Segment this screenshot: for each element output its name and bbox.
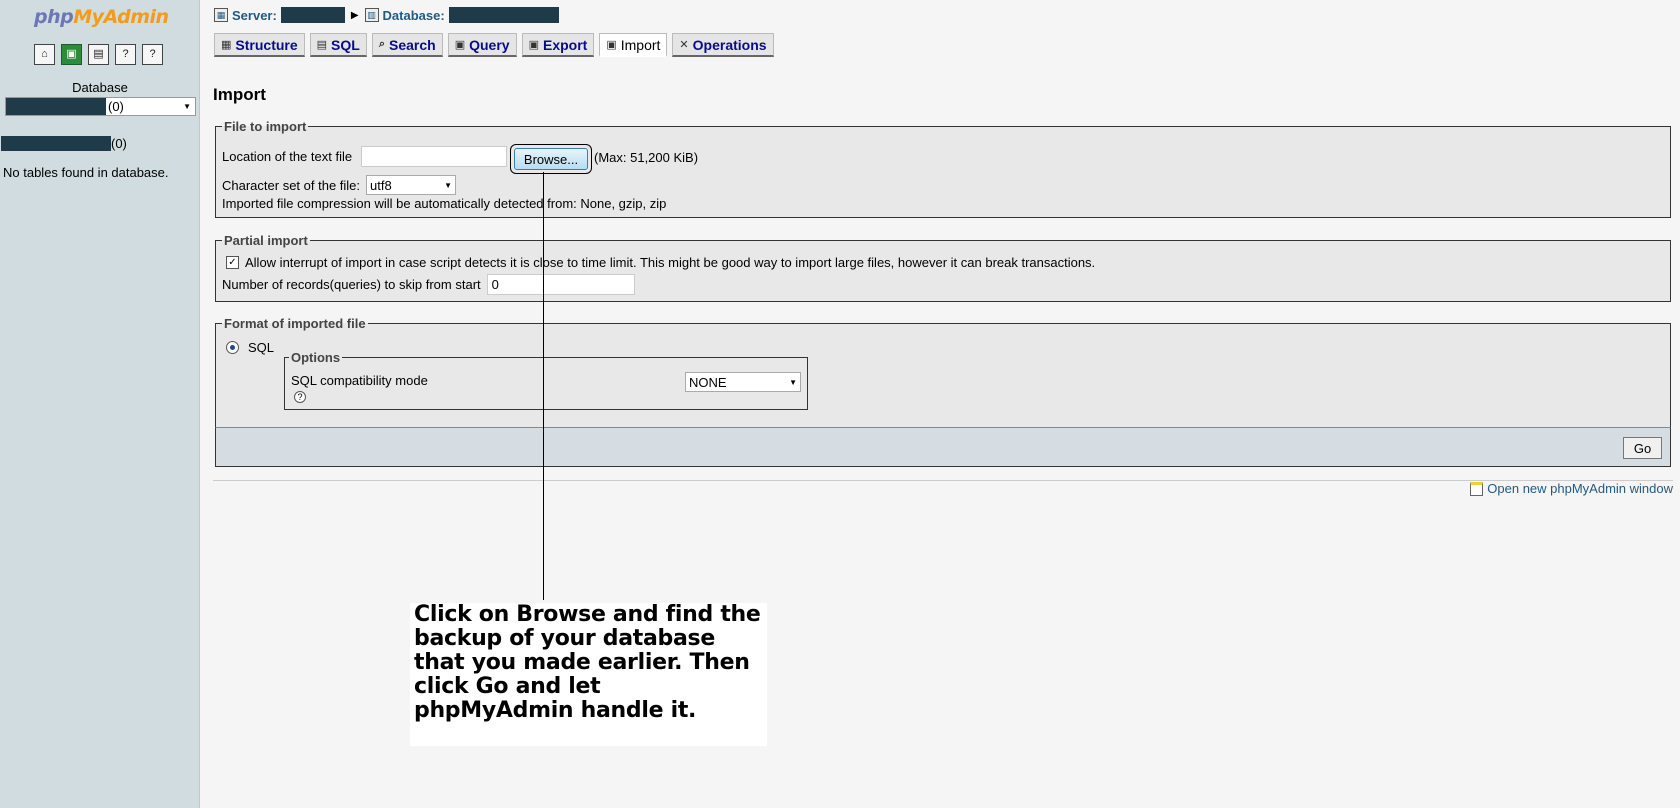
tab-search[interactable]: ⌕ Search xyxy=(371,33,443,57)
compat-mode-select[interactable]: NONE ▼ xyxy=(685,372,801,392)
allow-interrupt-label: Allow interrupt of import in case script… xyxy=(245,255,1096,270)
compat-mode-label: SQL compatibility mode xyxy=(291,373,428,388)
file-location-row: Location of the text file xyxy=(222,146,508,167)
sql-format-radio[interactable] xyxy=(226,341,239,354)
fieldset-legend: File to import xyxy=(224,119,307,134)
tab-import[interactable]: ▣ Import xyxy=(599,33,668,57)
go-bar: Go xyxy=(215,427,1671,467)
compression-note: Imported file compression will be automa… xyxy=(222,196,667,211)
export-icon: ▣ xyxy=(528,39,539,51)
page-title: Import xyxy=(213,85,266,104)
database-icon: ▥ xyxy=(364,8,379,22)
breadcrumb-database[interactable]: ▥ Database: xyxy=(364,7,559,23)
open-new-window-link[interactable]: Open new phpMyAdmin window xyxy=(1470,481,1673,496)
navigation-frame: phpMyAdmin ⌂ ▣ ▤ ? ? Database (0) ▼ (0) … xyxy=(0,0,200,808)
phpmyadmin-logo[interactable]: phpMyAdmin xyxy=(34,6,169,28)
file-location-input[interactable] xyxy=(361,146,508,167)
charset-label: Character set of the file: xyxy=(222,177,361,193)
no-tables-message: No tables found in database. xyxy=(3,165,169,180)
callout-pointer-line xyxy=(543,172,544,600)
database-table-count: (0) xyxy=(108,99,124,114)
skip-records-label: Number of records(queries) to skip from … xyxy=(222,277,481,292)
database-label: Database xyxy=(72,80,128,95)
fieldset-legend: Format of imported file xyxy=(224,316,366,331)
structure-icon: ▦ xyxy=(221,39,232,51)
docs-icon[interactable]: ? xyxy=(115,44,136,65)
fieldset-legend: Partial import xyxy=(224,233,308,248)
skip-records-input[interactable]: 0 xyxy=(486,274,635,295)
database-select[interactable]: (0) ▼ xyxy=(5,97,196,116)
left-icon-bar: ⌂ ▣ ▤ ? ? xyxy=(34,44,163,65)
format-sql-row: SQL xyxy=(226,340,274,355)
query-window-icon[interactable]: ▣ xyxy=(61,44,82,65)
chevron-down-icon: ▼ xyxy=(789,377,797,387)
tab-sql[interactable]: ▤ SQL xyxy=(309,33,367,57)
database-table-count: (0) xyxy=(111,136,127,151)
help-icon[interactable]: ? xyxy=(294,391,306,403)
instruction-callout: Click on Browse and find the backup of y… xyxy=(410,603,767,746)
import-icon: ▣ xyxy=(606,39,617,51)
redacted-database-name xyxy=(6,98,106,115)
fieldset-legend: Options xyxy=(291,350,341,365)
tab-operations[interactable]: ✕ Operations xyxy=(672,33,774,57)
chevron-down-icon: ▼ xyxy=(444,180,453,190)
tab-export[interactable]: ▣ Export xyxy=(521,33,595,57)
max-size-note: (Max: 51,200 KiB) xyxy=(594,150,699,165)
breadcrumb: ▦ Server: ▶ ▥ Database: xyxy=(214,7,559,23)
go-button[interactable]: Go xyxy=(1623,437,1662,459)
breadcrumb-arrow-icon: ▶ xyxy=(350,9,359,21)
charset-select[interactable]: utf8 ▼ xyxy=(366,175,457,195)
chevron-down-icon: ▼ xyxy=(183,102,191,111)
file-location-label: Location of the text file xyxy=(222,149,353,164)
tab-bar: ▦ Structure ▤ SQL ⌕ Search ▣ Query ▣ Export ▣… xyxy=(214,33,774,57)
allow-interrupt-row: ✓ Allow interrupt of import in case scri… xyxy=(226,255,1095,270)
charset-row: Character set of the file: utf8 ▼ xyxy=(222,175,457,195)
operations-icon: ✕ xyxy=(679,39,689,51)
sql-icon[interactable]: ▤ xyxy=(88,44,109,65)
redacted-server-name xyxy=(280,7,345,23)
query-icon: ▣ xyxy=(454,39,466,51)
allow-interrupt-checkbox[interactable]: ✓ xyxy=(226,256,239,269)
help-icon[interactable]: ? xyxy=(142,44,163,65)
breadcrumb-server[interactable]: ▦ Server: xyxy=(214,7,345,23)
sql-icon: ▤ xyxy=(316,39,328,51)
search-icon: ⌕ xyxy=(378,38,385,50)
redacted-database-name xyxy=(448,7,559,23)
divider xyxy=(213,480,1673,481)
database-link[interactable]: (0) xyxy=(1,136,127,151)
new-window-icon xyxy=(1470,481,1484,496)
tab-structure[interactable]: ▦ Structure xyxy=(214,33,305,57)
skip-records-row: Number of records(queries) to skip from … xyxy=(222,274,635,295)
sql-format-label: SQL xyxy=(248,340,275,355)
browse-button[interactable]: Browse... xyxy=(514,148,588,170)
tab-query[interactable]: ▣ Query xyxy=(447,33,517,57)
redacted-database-name xyxy=(1,136,111,151)
home-icon[interactable]: ⌂ xyxy=(34,44,55,65)
server-icon: ▦ xyxy=(214,8,228,22)
compat-help-row: ? xyxy=(294,391,306,403)
